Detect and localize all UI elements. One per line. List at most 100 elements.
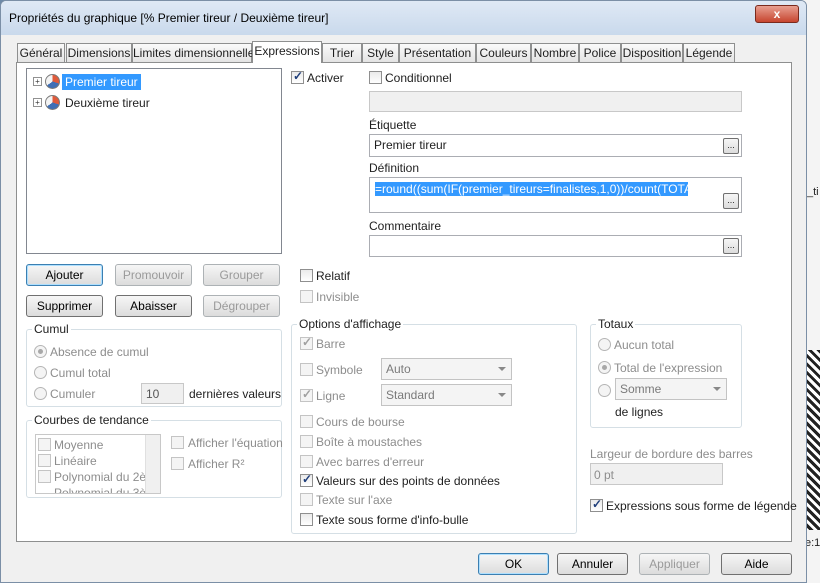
- tree-item-label: Deuxième tireur: [65, 95, 150, 110]
- symbole-label: Symbole: [316, 363, 363, 377]
- delete-button[interactable]: Supprimer: [26, 295, 103, 317]
- tab-trier[interactable]: Trier: [322, 43, 362, 62]
- show-r2-label: Afficher R²: [188, 457, 245, 471]
- tab-limites-dimensionnelles[interactable]: Limites dimensionnelles: [132, 43, 260, 62]
- trend-list[interactable]: Moyenne Linéaire Polynomial du 2ème Poly…: [35, 434, 161, 494]
- bar-border-value: 0 pt: [594, 468, 615, 482]
- demote-button[interactable]: Abaisser: [115, 295, 192, 317]
- bar-border-input[interactable]: 0 pt: [590, 463, 723, 485]
- label-input[interactable]: Premier tireur: [369, 134, 742, 157]
- tab-disposition[interactable]: Disposition: [621, 43, 683, 62]
- definition-input[interactable]: =round((sum(IF(premier_tireurs=finaliste…: [369, 177, 742, 213]
- radio-total-expression[interactable]: [598, 361, 611, 374]
- ligne-label: Ligne: [316, 389, 346, 403]
- invisible-checkbox[interactable]: [300, 290, 313, 303]
- expressions-legend-checkbox[interactable]: ✓: [590, 497, 603, 512]
- background-text-fragment: _ti: [807, 186, 819, 198]
- aucun-total-label: Aucun total: [614, 338, 675, 352]
- label-ellipsis-button[interactable]: ...: [723, 138, 739, 154]
- checkmark-icon: ✓: [302, 335, 313, 349]
- display-options-title: Options d'affichage: [297, 317, 404, 331]
- bar-border-label: Largeur de bordure des barres: [590, 447, 753, 461]
- radio-somme[interactable]: [598, 384, 611, 397]
- erreur-checkbox[interactable]: [300, 455, 313, 468]
- relatif-checkbox[interactable]: [300, 269, 313, 282]
- show-r2-checkbox[interactable]: [171, 457, 184, 470]
- tab-general[interactable]: Général: [17, 43, 65, 62]
- cumul-title: Cumul: [32, 322, 71, 336]
- valeurs-label: Valeurs sur des points de données: [316, 474, 500, 488]
- boite-checkbox[interactable]: [300, 435, 313, 448]
- tab-nombre[interactable]: Nombre: [531, 43, 579, 62]
- tree-item-premier-tireur[interactable]: + Premier tireur: [33, 73, 141, 90]
- label-input-value: Premier tireur: [374, 138, 447, 152]
- trend-moyenne-checkbox[interactable]: [38, 438, 51, 451]
- properties-dialog: Propriétés du graphique [% Premier tireu…: [0, 0, 807, 583]
- comment-input[interactable]: [369, 235, 742, 257]
- erreur-label: Avec barres d'erreur: [316, 455, 425, 469]
- cumuler-label: Cumuler: [50, 387, 96, 401]
- relatif-label: Relatif: [316, 269, 351, 283]
- checkmark-icon: ✓: [592, 497, 603, 511]
- cumul-steps-input[interactable]: 10: [141, 383, 184, 404]
- symbole-select[interactable]: Auto: [381, 358, 512, 380]
- cumul-total-label: Cumul total: [50, 366, 111, 380]
- barre-checkbox[interactable]: ✓: [300, 335, 313, 350]
- symbole-checkbox[interactable]: [300, 363, 313, 376]
- trend-list-scrollbar[interactable]: [145, 435, 160, 493]
- cumul-steps-value: 10: [146, 387, 160, 401]
- conditionnel-label: Conditionnel: [385, 71, 452, 85]
- cancel-button[interactable]: Annuler: [557, 553, 628, 575]
- bourse-label: Cours de bourse: [316, 415, 405, 429]
- show-equation-checkbox[interactable]: [171, 436, 184, 449]
- trend-poly2-checkbox[interactable]: [38, 470, 51, 483]
- expression-tree[interactable]: + Premier tireur + Deuxième tireur: [26, 68, 282, 254]
- boite-label: Boîte à moustaches: [316, 435, 423, 449]
- add-button[interactable]: Ajouter: [26, 264, 103, 286]
- valeurs-checkbox[interactable]: ✓: [300, 472, 313, 487]
- commentaire-label: Commentaire: [369, 219, 442, 233]
- conditionnel-checkbox[interactable]: [369, 71, 382, 84]
- tab-police[interactable]: Police: [579, 43, 621, 62]
- radio-absence-cumul[interactable]: [34, 345, 47, 358]
- texte-axe-checkbox[interactable]: [300, 493, 313, 506]
- radio-aucun-total[interactable]: [598, 338, 611, 351]
- trend-lineaire-checkbox[interactable]: [38, 454, 51, 467]
- apply-button[interactable]: Appliquer: [639, 553, 710, 575]
- tab-legende[interactable]: Légende: [683, 43, 735, 62]
- tab-presentation[interactable]: Présentation: [399, 43, 476, 62]
- tab-style[interactable]: Style: [362, 43, 399, 62]
- ligne-select[interactable]: Standard: [381, 384, 512, 406]
- tree-item-deuxieme-tireur[interactable]: + Deuxième tireur: [33, 94, 153, 111]
- window-title: Propriétés du graphique [% Premier tireu…: [9, 11, 329, 25]
- tab-expressions[interactable]: Expressions: [252, 41, 322, 63]
- radio-cumuler[interactable]: [34, 387, 47, 400]
- somme-select[interactable]: Somme: [615, 378, 727, 400]
- definition-ellipsis-button[interactable]: ...: [723, 193, 739, 209]
- help-button[interactable]: Aide: [721, 553, 792, 575]
- tab-couleurs[interactable]: Couleurs: [476, 43, 531, 62]
- condition-input[interactable]: [369, 91, 742, 112]
- close-button[interactable]: x: [755, 5, 799, 23]
- texte-axe-label: Texte sur l'axe: [316, 493, 393, 507]
- comment-ellipsis-button[interactable]: ...: [723, 238, 739, 254]
- radio-cumul-total[interactable]: [34, 366, 47, 379]
- ligne-select-value: Standard: [386, 388, 435, 402]
- trend-moyenne-label: Moyenne: [54, 438, 104, 452]
- chevron-down-icon: [498, 393, 506, 397]
- tab-dimensions[interactable]: Dimensions: [66, 43, 132, 62]
- activer-checkbox[interactable]: ✓: [291, 69, 304, 84]
- ok-button[interactable]: OK: [478, 553, 549, 575]
- ungroup-button[interactable]: Dégrouper: [203, 295, 280, 317]
- infobulle-checkbox[interactable]: [300, 513, 313, 526]
- promote-button[interactable]: Promouvoir: [115, 264, 192, 286]
- expand-icon[interactable]: +: [33, 77, 42, 86]
- trend-lineaire-label: Linéaire: [54, 454, 97, 468]
- bourse-checkbox[interactable]: [300, 415, 313, 428]
- ligne-checkbox[interactable]: ✓: [300, 387, 313, 402]
- checkmark-icon: ✓: [293, 69, 304, 83]
- group-button[interactable]: Grouper: [203, 264, 280, 286]
- pie-chart-icon: [45, 74, 60, 89]
- tree-item-label: Premier tireur: [62, 73, 141, 90]
- expand-icon[interactable]: +: [33, 98, 42, 107]
